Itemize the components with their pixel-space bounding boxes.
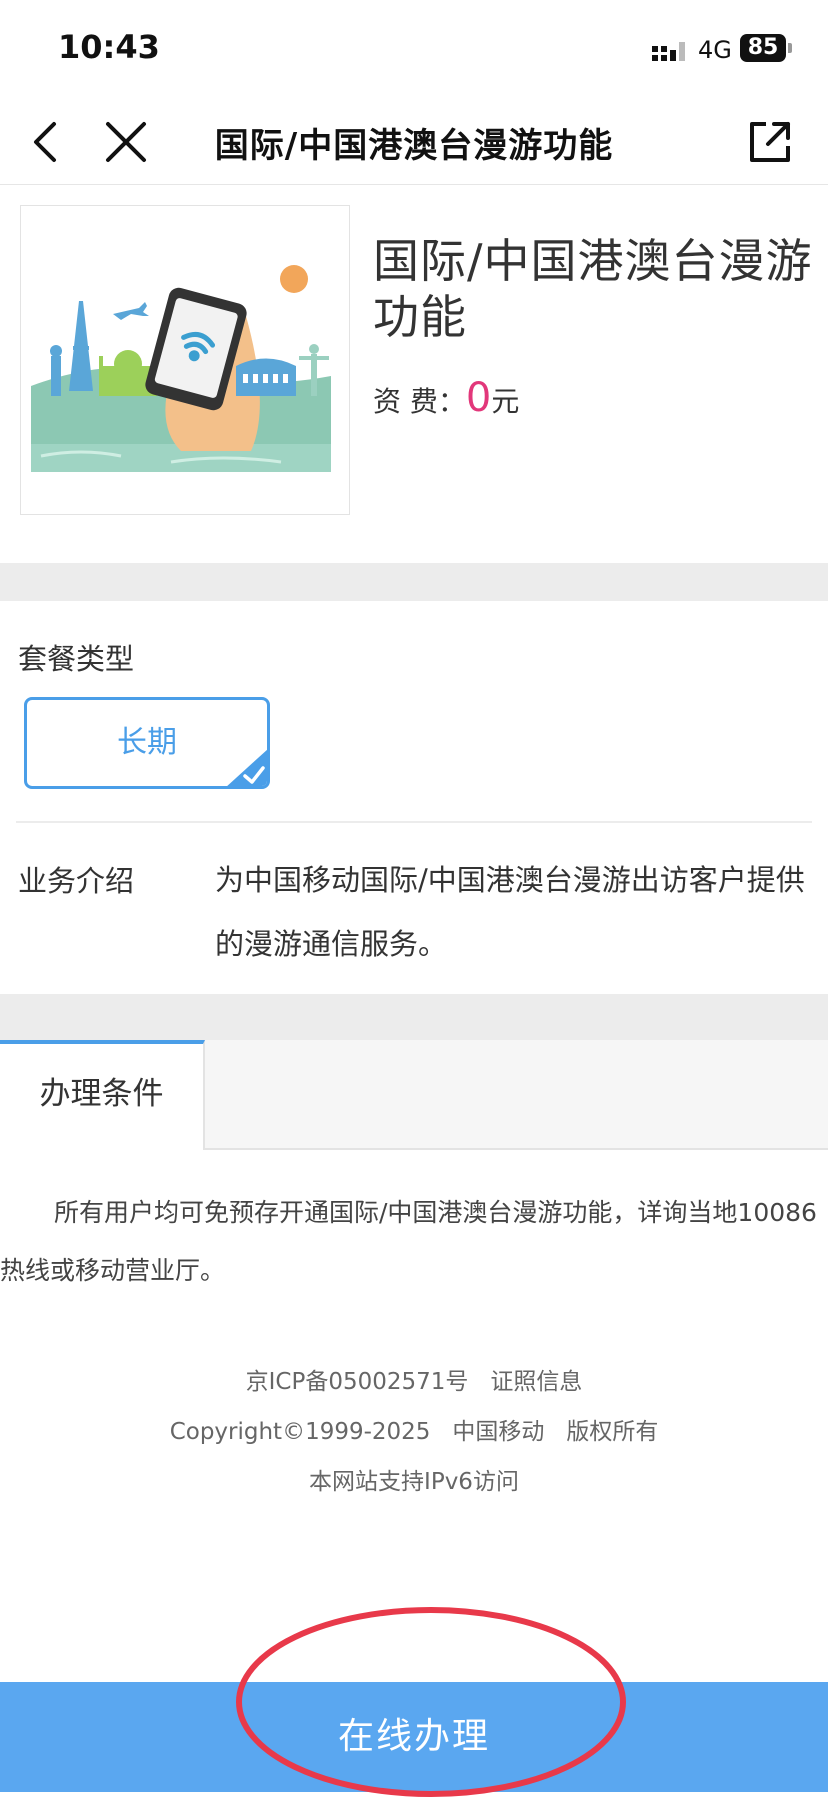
price-value: 0	[465, 375, 492, 421]
nav-bar: 国际/中国港澳台漫游功能	[0, 100, 828, 185]
status-time: 10:43	[58, 28, 160, 66]
battery-tip	[788, 43, 792, 53]
copyright-text: Copyright©1999-2025	[169, 1419, 431, 1445]
footer-icp-row: 京ICP备05002571号 证照信息	[0, 1362, 828, 1396]
section-divider	[0, 994, 828, 1040]
tab-conditions[interactable]: 办理条件	[0, 1040, 205, 1150]
footer-copyright-row: Copyright©1999-2025 中国移动 版权所有	[0, 1412, 828, 1446]
company-name: 中国移动	[452, 1419, 545, 1445]
roaming-illustration	[31, 265, 331, 472]
license-link[interactable]: 证照信息	[490, 1369, 582, 1395]
intro-text: 为中国移动国际/中国港澳台漫游出访客户提供的漫游通信服务。	[215, 863, 805, 961]
section-divider	[0, 563, 828, 601]
divider	[16, 821, 812, 823]
package-option-label: 长期	[117, 725, 177, 760]
checkmark-icon	[227, 749, 267, 786]
price-row: 资 费：0元	[373, 375, 519, 421]
price-unit: 元	[491, 385, 520, 418]
product-image	[20, 205, 350, 515]
tab-bar: 办理条件	[0, 1040, 828, 1150]
network-type: 4G	[698, 36, 732, 64]
page-title: 国际/中国港澳台漫游功能	[214, 126, 614, 166]
rights-text: 版权所有	[566, 1419, 659, 1445]
package-option-long-term[interactable]: 长期	[24, 697, 270, 789]
package-type-label: 套餐类型	[18, 642, 135, 676]
signal-icon	[652, 42, 685, 61]
product-title: 国际/中国港澳台漫游功能	[373, 234, 813, 344]
intro-label: 业务介绍	[18, 864, 135, 898]
battery-icon: 85	[740, 34, 786, 62]
conditions-text: 所有用户均可免预存开通国际/中国港澳台漫游功能，详询当地10086热线或移动营业…	[0, 1198, 817, 1285]
annotation-circle	[236, 1607, 626, 1797]
icp-link[interactable]: 京ICP备05002571号	[246, 1369, 469, 1395]
price-label: 资 费：	[373, 385, 466, 418]
footer-ipv6: 本网站支持IPv6访问	[309, 1469, 519, 1495]
share-icon[interactable]	[742, 114, 798, 170]
status-bar: 10:43 4G 85	[0, 0, 828, 100]
